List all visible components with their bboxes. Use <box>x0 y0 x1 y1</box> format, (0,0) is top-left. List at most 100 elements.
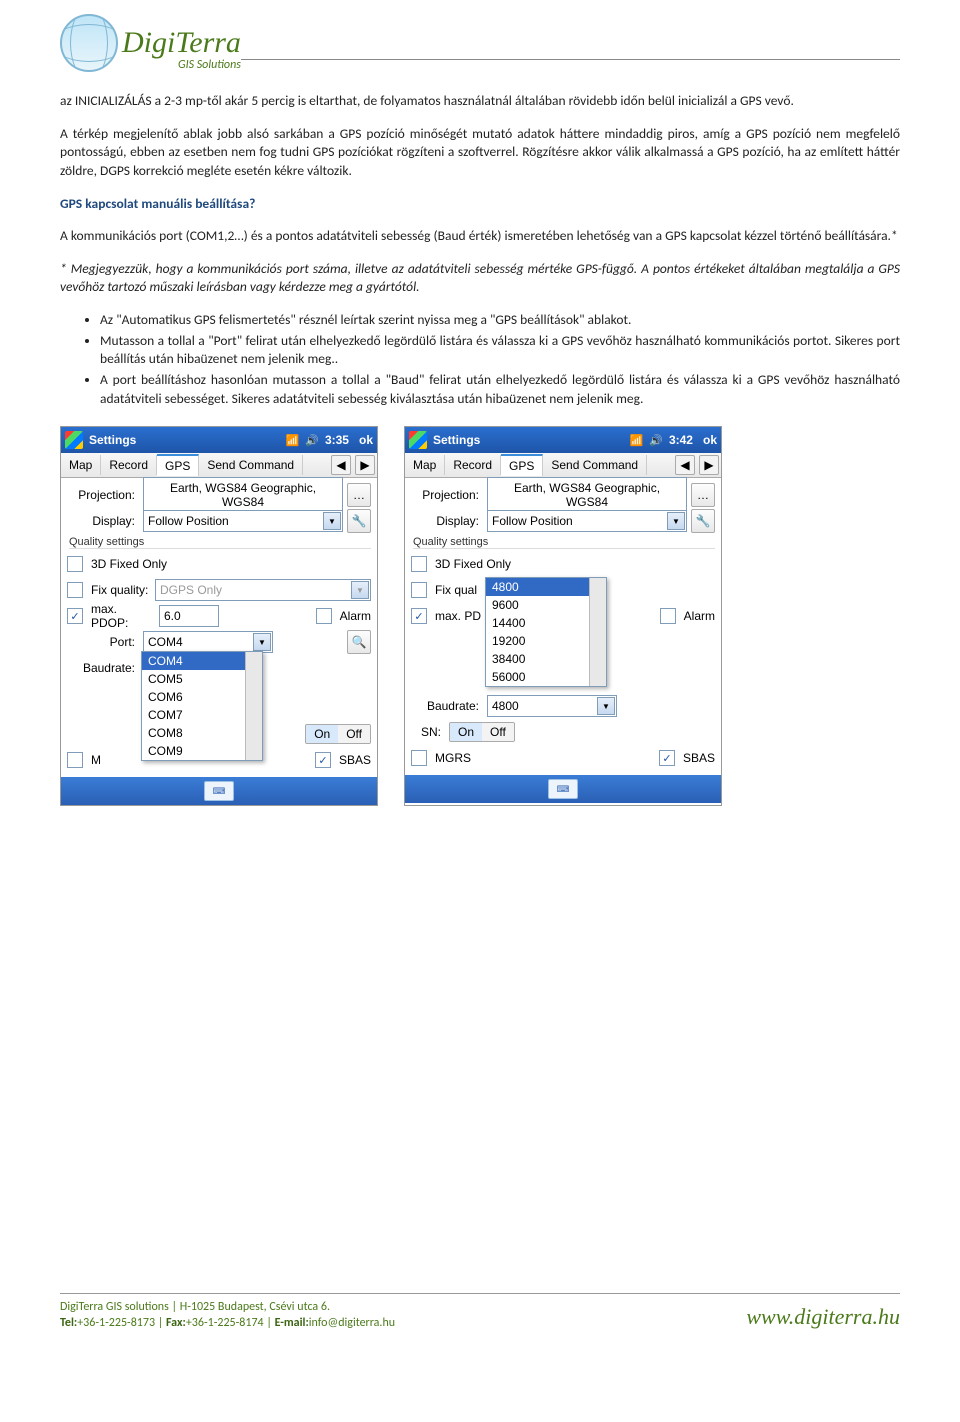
port-tool-button[interactable]: 🔍 <box>347 630 371 654</box>
start-icon[interactable] <box>65 431 83 449</box>
sn-toggle[interactable]: OnOff <box>449 722 515 742</box>
fixed-label: 3D Fixed Only <box>91 557 167 571</box>
display-field[interactable]: Follow Position▼ <box>143 510 343 532</box>
tab-send[interactable]: Send Command <box>199 455 303 475</box>
globe-icon <box>60 14 118 72</box>
baud-dropdown[interactable]: 4800 9600 14400 19200 38400 56000 <box>485 577 607 687</box>
chevron-down-icon[interactable]: ▼ <box>597 697 615 715</box>
tab-record[interactable]: Record <box>101 455 157 475</box>
mgrs-checkbox[interactable] <box>67 752 83 768</box>
logo-sub: GIS Solutions <box>122 58 241 72</box>
quality-heading: Quality settings <box>69 536 371 549</box>
projection-field[interactable]: Earth, WGS84 Geographic, WGS84 <box>487 477 687 513</box>
baud-label: Baudrate: <box>411 699 483 713</box>
fixq-checkbox[interactable] <box>67 582 83 598</box>
baud-option[interactable]: 14400 <box>486 614 606 632</box>
bullet-list: Az "Automatikus GPS felismertetés" részn… <box>60 311 900 408</box>
port-option[interactable]: COM7 <box>142 706 262 724</box>
port-option[interactable]: COM4 <box>142 652 262 670</box>
alarm-checkbox[interactable] <box>316 608 332 624</box>
titlebar: Settings 📶 🔊 3:35 ok <box>61 427 377 453</box>
signal-icon: 📶 <box>630 434 644 447</box>
chevron-down-icon[interactable]: ▼ <box>253 633 271 651</box>
display-tool-button[interactable]: 🔧 <box>691 509 715 533</box>
mgrs-checkbox[interactable] <box>411 750 427 766</box>
volume-icon: 🔊 <box>305 434 319 447</box>
tab-gps[interactable]: GPS <box>157 454 199 476</box>
port-option[interactable]: COM8 <box>142 724 262 742</box>
header-divider <box>241 59 900 60</box>
port-option[interactable]: COM6 <box>142 688 262 706</box>
sbas-checkbox[interactable]: ✓ <box>315 752 331 768</box>
port-dropdown[interactable]: COM4 COM5 COM6 COM7 COM8 COM9 <box>141 651 263 761</box>
baud-option[interactable]: 38400 <box>486 650 606 668</box>
chevron-down-icon[interactable]: ▼ <box>351 581 369 599</box>
sn-label: SN: <box>411 725 445 739</box>
bullet-3: A port beállításhoz hasonlóan mutasson a… <box>100 371 900 408</box>
screenshot-right: Settings 📶 🔊 3:42 ok Map Record GPS Send… <box>404 426 722 806</box>
pdop-checkbox[interactable]: ✓ <box>411 608 427 624</box>
logo-brand: DigiTerra <box>122 28 241 58</box>
sbas-label: SBAS <box>339 753 371 767</box>
tab-gps[interactable]: GPS <box>501 454 543 476</box>
tab-record[interactable]: Record <box>445 455 501 475</box>
tab-right-icon[interactable]: ▶ <box>355 455 375 475</box>
chevron-down-icon[interactable]: ▼ <box>667 512 685 530</box>
tab-map[interactable]: Map <box>61 455 101 475</box>
baud-option[interactable]: 9600 <box>486 596 606 614</box>
footer-fax-label: Fax: <box>166 1316 186 1330</box>
baud-option[interactable]: 19200 <box>486 632 606 650</box>
port-field[interactable]: COM4▼ <box>143 631 273 653</box>
fixed-label: 3D Fixed Only <box>435 557 511 571</box>
tab-send[interactable]: Send Command <box>543 455 647 475</box>
scrollbar[interactable] <box>589 578 606 686</box>
alarm-label: Alarm <box>684 609 715 623</box>
heading-manual: GPS kapcsolat manuális beállítása? <box>60 195 900 214</box>
quality-heading: Quality settings <box>413 536 715 549</box>
signal-icon: 📶 <box>286 434 300 447</box>
port-option[interactable]: COM5 <box>142 670 262 688</box>
sn-toggle[interactable]: OnOff <box>305 724 371 744</box>
projection-browse-button[interactable]: … <box>347 483 371 507</box>
fixq-field[interactable]: DGPS Only▼ <box>155 579 371 601</box>
bullet-2: Mutasson a tollal a "Port" felirat után … <box>100 332 900 369</box>
ok-button[interactable]: ok <box>703 433 717 447</box>
projection-field[interactable]: Earth, WGS84 Geographic, WGS84 <box>143 477 343 513</box>
pdop-checkbox[interactable]: ✓ <box>67 608 83 624</box>
fixq-checkbox[interactable] <box>411 582 427 598</box>
pdop-field[interactable]: 6.0 <box>159 605 219 627</box>
fixq-label: Fix quality: <box>91 583 151 597</box>
baud-option[interactable]: 4800 <box>486 578 606 596</box>
tab-right-icon[interactable]: ▶ <box>699 455 719 475</box>
fixed-checkbox[interactable] <box>67 556 83 572</box>
paragraph-3: A kommunikációs port (COM1,2…) és a pont… <box>60 227 900 246</box>
mgrs-label: M <box>91 753 101 767</box>
paragraph-4: * Megjegyezzük, hogy a kommunikációs por… <box>60 260 900 297</box>
tab-map[interactable]: Map <box>405 455 445 475</box>
start-icon[interactable] <box>409 431 427 449</box>
tab-left-icon[interactable]: ◀ <box>675 455 695 475</box>
baud-field[interactable]: 4800▼ <box>487 695 617 717</box>
port-option[interactable]: COM9 <box>142 742 262 760</box>
projection-label: Projection: <box>411 488 483 502</box>
fixed-checkbox[interactable] <box>411 556 427 572</box>
sbas-checkbox[interactable]: ✓ <box>659 750 675 766</box>
projection-browse-button[interactable]: … <box>691 483 715 507</box>
display-tool-button[interactable]: 🔧 <box>347 509 371 533</box>
scrollbar[interactable] <box>245 652 262 760</box>
logo: DigiTerra GIS Solutions <box>60 14 241 72</box>
baud-option[interactable]: 56000 <box>486 668 606 686</box>
keyboard-icon[interactable]: ⌨ <box>204 781 234 801</box>
alarm-checkbox[interactable] <box>660 608 676 624</box>
keyboard-icon[interactable]: ⌨ <box>548 779 578 799</box>
pdop-label: max. PDOP: <box>91 602 155 630</box>
chevron-down-icon[interactable]: ▼ <box>323 512 341 530</box>
ok-button[interactable]: ok <box>359 433 373 447</box>
bottom-bar: ⌨ <box>61 777 377 805</box>
tab-left-icon[interactable]: ◀ <box>331 455 351 475</box>
window-title: Settings <box>89 433 280 447</box>
projection-label: Projection: <box>67 488 139 502</box>
clock: 3:42 <box>669 433 693 447</box>
display-field[interactable]: Follow Position▼ <box>487 510 687 532</box>
document-body: az INICIALIZÁLÁS a 2-3 mp-től akár 5 per… <box>60 92 900 408</box>
